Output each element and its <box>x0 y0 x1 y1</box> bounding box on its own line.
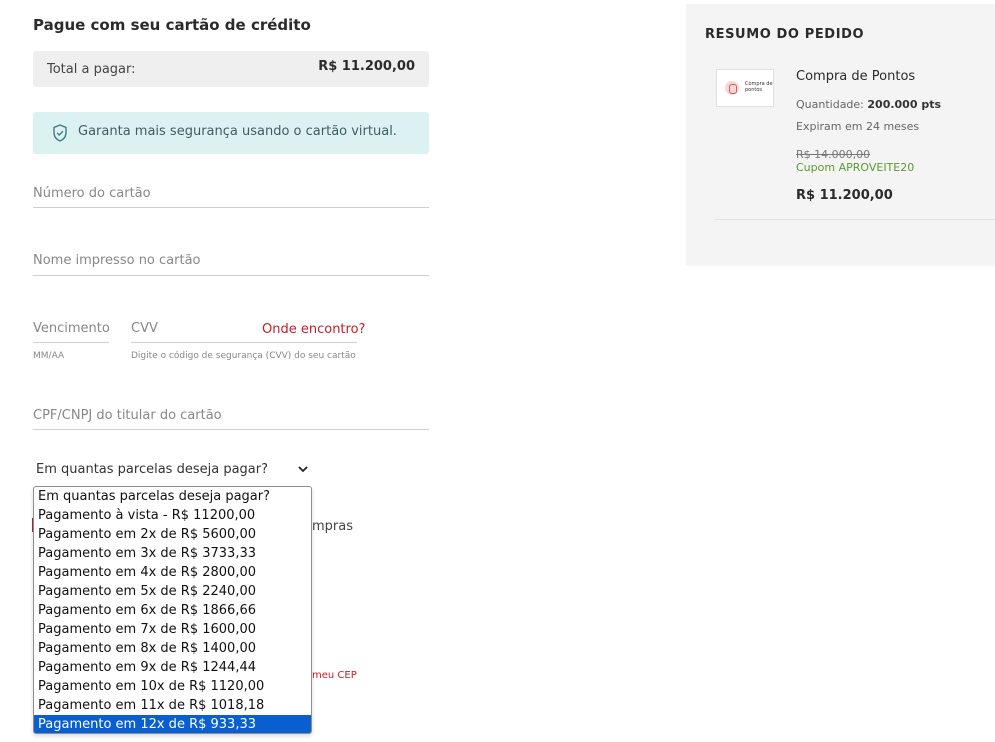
product-name: Compra de Pontos <box>796 69 916 84</box>
expiry-placeholder: Vencimento <box>33 321 110 336</box>
cep-link[interactable]: meu CEP <box>312 670 357 681</box>
quantity-value: 200.000 pts <box>867 98 942 111</box>
summary-title: RESUMO DO PEDIDO <box>705 27 865 42</box>
installments-select[interactable]: Em quantas parcelas deseja pagar? <box>33 459 313 481</box>
virtual-card-notice: Garanta mais segurança usando o cartão v… <box>33 112 429 154</box>
installments-select-value: Em quantas parcelas deseja pagar? <box>36 462 268 477</box>
installment-option[interactable]: Pagamento em 2x de R$ 5600,00 <box>34 525 311 544</box>
expiry-helper: MM/AA <box>33 351 65 361</box>
coupon-text: Cupom APROVEITE20 <box>796 161 915 174</box>
installment-option[interactable]: Pagamento em 3x de R$ 3733,33 <box>34 544 311 563</box>
installment-option[interactable]: Pagamento em 6x de R$ 1866,66 <box>34 601 311 620</box>
total-box: Total a pagar: R$ 11.200,00 <box>33 51 429 87</box>
cpf-placeholder: CPF/CNPJ do titular do cartão <box>33 408 222 423</box>
card-number-field[interactable]: Número do cartão <box>33 186 429 208</box>
order-summary: RESUMO DO PEDIDO Compra de pontos Compra… <box>686 4 995 266</box>
product-thumbnail: Compra de pontos <box>716 69 774 107</box>
installment-option[interactable]: Pagamento em 5x de R$ 2240,00 <box>34 582 311 601</box>
total-value: R$ 11.200,00 <box>318 59 415 74</box>
card-name-field[interactable]: Nome impresso no cartão <box>33 253 429 276</box>
points-icon <box>725 81 739 95</box>
installment-option[interactable]: Em quantas parcelas deseja pagar? <box>34 487 311 506</box>
quantity-label: Quantidade: <box>796 98 864 111</box>
thumbnail-text: Compra de pontos <box>745 81 773 93</box>
behind-label-text: mpras <box>312 519 353 534</box>
installment-option[interactable]: Pagamento em 7x de R$ 1600,00 <box>34 620 311 639</box>
total-label: Total a pagar: <box>47 62 136 77</box>
cvv-help-link[interactable]: Onde encontro? <box>262 322 365 337</box>
installment-option[interactable]: Pagamento em 4x de R$ 2800,00 <box>34 563 311 582</box>
cvv-placeholder: CVV <box>131 321 158 336</box>
installment-option[interactable]: Pagamento em 9x de R$ 1244,44 <box>34 658 311 677</box>
page-title: Pague com seu cartão de crédito <box>33 16 311 34</box>
card-number-placeholder: Número do cartão <box>33 186 151 201</box>
chevron-down-icon <box>298 466 308 473</box>
expiration-text: Expiram em 24 meses <box>796 120 920 133</box>
card-name-placeholder: Nome impresso no cartão <box>33 253 201 268</box>
virtual-card-text: Garanta mais segurança usando o cartão v… <box>78 124 397 139</box>
installment-option[interactable]: Pagamento em 11x de R$ 1018,18 <box>34 696 311 715</box>
shield-check-icon <box>53 124 67 142</box>
cvv-helper: Digite o código de segurança (CVV) do se… <box>131 351 356 361</box>
installment-option[interactable]: Pagamento em 8x de R$ 1400,00 <box>34 639 311 658</box>
new-price: R$ 11.200,00 <box>796 188 893 203</box>
expiry-field[interactable]: Vencimento <box>33 321 110 343</box>
installment-option[interactable]: Pagamento à vista - R$ 11200,00 <box>34 506 311 525</box>
installment-option[interactable]: Pagamento em 10x de R$ 1120,00 <box>34 677 311 696</box>
installments-dropdown[interactable]: Em quantas parcelas deseja pagar? Pagamen… <box>33 486 312 734</box>
summary-divider <box>715 219 995 220</box>
installment-option[interactable]: Pagamento em 12x de R$ 933,33 <box>34 715 311 733</box>
quantity: Quantidade: 200.000 pts <box>796 98 941 111</box>
cpf-field[interactable]: CPF/CNPJ do titular do cartão <box>33 408 429 430</box>
old-price: R$ 14.000,00 <box>796 148 871 161</box>
